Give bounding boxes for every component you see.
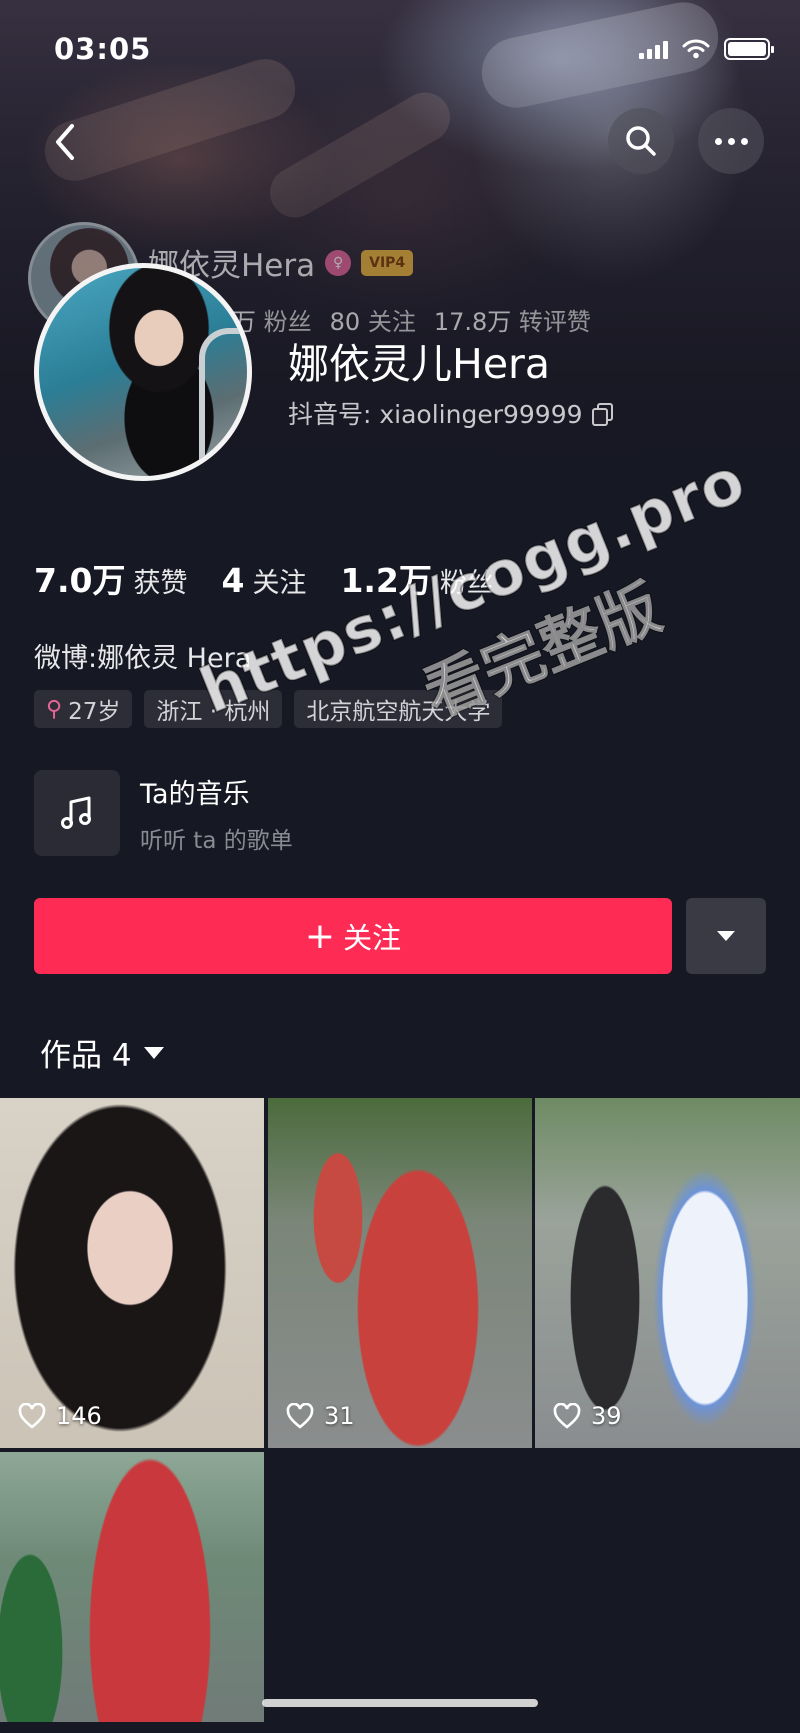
tag-text: 27岁	[68, 699, 121, 725]
chevron-left-icon	[56, 124, 74, 160]
stat-number: 7.0万	[34, 561, 126, 600]
search-button[interactable]	[608, 108, 674, 174]
tag-school: 北京航空航天大学	[294, 690, 503, 728]
display-name: 娜依灵儿Hera	[288, 340, 551, 388]
works-label-text: 作品 4	[40, 1038, 132, 1074]
tag-age: ⚲ 27岁	[34, 690, 133, 728]
like-count: 39	[553, 1402, 622, 1430]
heart-icon	[18, 1403, 46, 1429]
copy-icon[interactable]	[591, 403, 613, 426]
female-icon: ⚲	[46, 696, 63, 722]
status-time: 03:05	[54, 32, 152, 66]
music-title: Ta的音乐	[140, 778, 250, 810]
stat-followers[interactable]: 1.2万 粉丝	[340, 554, 493, 602]
caret-down-icon	[717, 931, 735, 941]
video-thumbnail[interactable]	[0, 1452, 264, 1722]
back-button[interactable]	[46, 118, 86, 166]
more-dots-icon	[712, 137, 751, 145]
douyin-id-text: 抖音号: xiaolinger99999	[288, 400, 583, 429]
stat-label: 获赞	[133, 568, 188, 599]
douyin-id[interactable]: 抖音号: xiaolinger99999	[288, 395, 613, 431]
music-note-icon	[61, 796, 91, 829]
stat-label: 关注	[252, 568, 307, 599]
like-count: 31	[286, 1402, 355, 1430]
more-options-button[interactable]	[698, 108, 764, 174]
tag-text: 北京航空航天大学	[306, 699, 491, 725]
stat-number: 1.2万	[340, 561, 432, 600]
tag-location: 浙江 · 杭州	[144, 690, 283, 728]
video-thumbnail[interactable]: 39	[535, 1098, 800, 1448]
recommend-dropdown-button[interactable]	[686, 898, 766, 974]
follow-label: 关注	[343, 921, 402, 955]
battery-icon	[724, 38, 774, 60]
profile-avatar[interactable]	[34, 263, 252, 481]
profile-card: 7.0万 获赞 4 关注 1.2万 粉丝 微博:娜依灵 Hera ⚲ 27岁 浙…	[0, 520, 800, 1733]
home-indicator[interactable]	[262, 1699, 538, 1707]
stat-likes[interactable]: 7.0万 获赞	[34, 554, 187, 602]
stat-following[interactable]: 4 关注	[221, 561, 306, 600]
tag-text: 浙江 · 杭州	[156, 699, 271, 725]
bio-weibo: 微博:娜依灵 Hera	[34, 643, 252, 674]
plus-icon: +	[304, 915, 336, 957]
wifi-icon	[682, 39, 710, 59]
stat-number: 4	[221, 561, 245, 600]
fan-badge-icon: ♀	[325, 249, 352, 276]
profile-stats: 7.0万 获赞 4 关注 1.2万 粉丝	[34, 554, 494, 602]
caret-down-icon	[143, 1046, 164, 1059]
like-count-text: 39	[591, 1402, 622, 1430]
like-count-text: 146	[56, 1402, 102, 1430]
video-thumbnail[interactable]: 146	[0, 1098, 264, 1448]
like-count: 146	[18, 1402, 102, 1430]
search-icon	[626, 126, 656, 156]
heart-icon	[286, 1403, 314, 1429]
tab-works[interactable]: 作品 4	[40, 1030, 164, 1075]
profile-tags: ⚲ 27岁 浙江 · 杭州 北京航空航天大学	[34, 690, 503, 728]
heart-icon	[553, 1403, 581, 1429]
follow-button[interactable]: + 关注	[34, 898, 672, 974]
music-subtitle: 听听 ta 的歌单	[140, 827, 293, 854]
stat-label: 粉丝	[439, 568, 494, 599]
music-entry[interactable]: Ta的音乐 听听 ta 的歌单	[34, 770, 293, 856]
like-count-text: 31	[324, 1402, 355, 1430]
video-thumbnail[interactable]: 31	[268, 1098, 532, 1448]
music-tile	[34, 770, 120, 856]
cellular-signal-icon	[639, 39, 668, 59]
vip-badge: VIP4	[361, 249, 414, 276]
status-bar: 03:05	[0, 30, 800, 70]
